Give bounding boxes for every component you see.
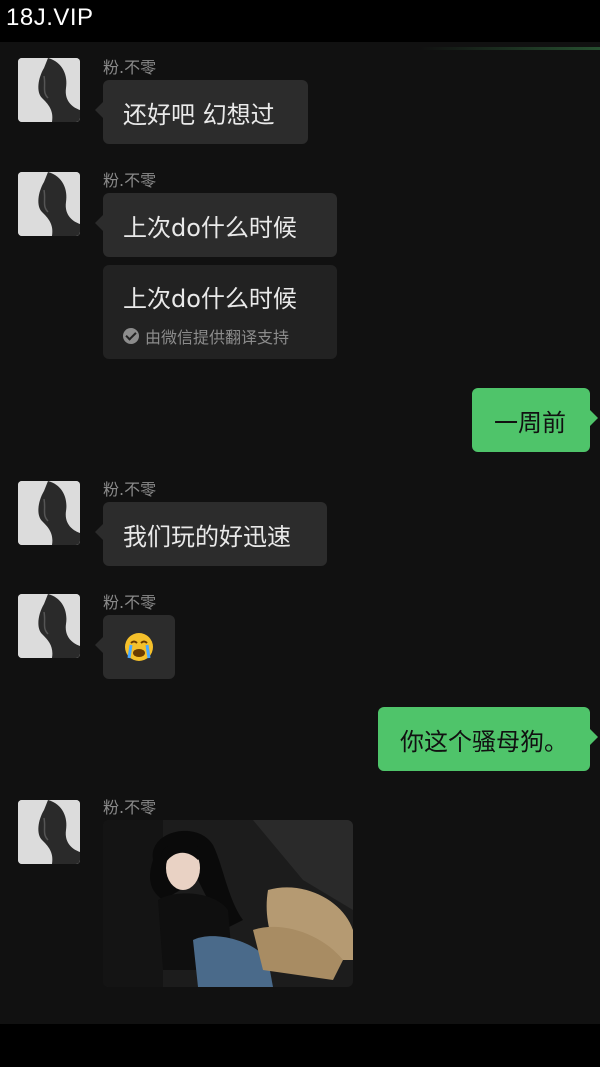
photo-message[interactable] bbox=[103, 820, 353, 987]
crying-face-icon bbox=[125, 633, 153, 661]
watermark-text: 18J.VIP bbox=[6, 4, 94, 31]
message-text: 还好吧 幻想过 bbox=[123, 100, 275, 129]
message-bubble[interactable]: 我们玩的好迅速 bbox=[95, 502, 327, 566]
translation-card[interactable]: 上次do什么时候 由微信提供翻译支持 bbox=[103, 265, 337, 359]
check-circle-icon bbox=[123, 328, 139, 344]
message-text: 你这个骚母狗。 bbox=[400, 727, 568, 756]
message-text: 上次do什么时候 bbox=[123, 213, 297, 242]
message-text: 一周前 bbox=[494, 408, 566, 437]
sender-name: 粉.不零 bbox=[103, 593, 157, 612]
contact-avatar[interactable] bbox=[18, 172, 80, 236]
avatar-image-icon bbox=[18, 481, 80, 545]
bottom-bar bbox=[0, 1024, 600, 1067]
message-text: 我们玩的好迅速 bbox=[123, 522, 291, 551]
avatar-image-icon bbox=[18, 594, 80, 658]
message-bubble[interactable]: 还好吧 幻想过 bbox=[95, 80, 308, 144]
sender-name: 粉.不零 bbox=[103, 171, 157, 190]
contact-avatar[interactable] bbox=[18, 800, 80, 864]
translation-text: 上次do什么时候 bbox=[123, 285, 297, 313]
message-bubble[interactable]: 上次do什么时候 bbox=[95, 193, 337, 257]
header-accent-line bbox=[420, 47, 600, 50]
avatar-image-icon bbox=[18, 58, 80, 122]
outgoing-message-bubble[interactable]: 你这个骚母狗。 bbox=[378, 707, 598, 771]
outgoing-message-bubble[interactable]: 一周前 bbox=[472, 388, 598, 452]
contact-avatar[interactable] bbox=[18, 58, 80, 122]
photo-image bbox=[103, 820, 353, 987]
translation-note-text: 由微信提供翻译支持 bbox=[145, 328, 290, 347]
translation-note: 由微信提供翻译支持 bbox=[123, 324, 317, 348]
avatar-image-icon bbox=[18, 800, 80, 864]
sender-name: 粉.不零 bbox=[103, 58, 157, 77]
top-bar: 18J.VIP bbox=[0, 0, 600, 42]
sender-name: 粉.不零 bbox=[103, 480, 157, 499]
contact-avatar[interactable] bbox=[18, 481, 80, 545]
contact-avatar[interactable] bbox=[18, 594, 80, 658]
sender-name: 粉.不零 bbox=[103, 798, 157, 817]
avatar-image-icon bbox=[18, 172, 80, 236]
emoji-message-bubble[interactable] bbox=[95, 615, 175, 679]
